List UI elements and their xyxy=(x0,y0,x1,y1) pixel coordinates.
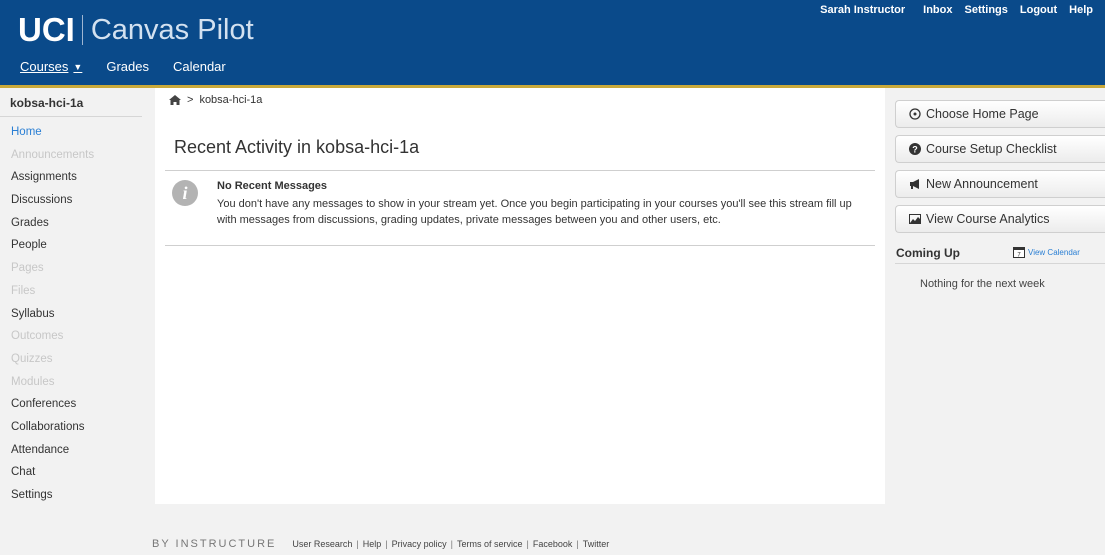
footer: BY INSTRUCTURE User Research | Help | Priv… xyxy=(152,538,609,550)
user-name-link[interactable]: Sarah Instructor xyxy=(820,4,905,16)
view-calendar-link[interactable]: 7 View Calendar xyxy=(1013,246,1080,259)
footer-link-twitter[interactable]: Twitter xyxy=(583,539,610,549)
choose-home-page-button[interactable]: Choose Home Page xyxy=(895,100,1105,128)
calendar-nav-link[interactable]: Calendar xyxy=(173,59,226,74)
footer-separator: | xyxy=(450,539,453,549)
sidebar-item-files[interactable]: Files xyxy=(0,280,150,303)
course-setup-checklist-button[interactable]: ? Course Setup Checklist xyxy=(895,135,1105,163)
footer-link-help[interactable]: Help xyxy=(363,539,382,549)
grades-nav-link[interactable]: Grades xyxy=(106,59,149,74)
footer-separator: | xyxy=(576,539,579,549)
breadcrumb-current[interactable]: kobsa-hci-1a xyxy=(199,94,262,106)
analytics-icon xyxy=(909,213,921,225)
sidebar-item-quizzes[interactable]: Quizzes xyxy=(0,348,150,371)
coming-up-empty-text: Nothing for the next week xyxy=(920,278,1045,290)
help-link[interactable]: Help xyxy=(1069,4,1093,16)
view-course-analytics-label: View Course Analytics xyxy=(926,212,1050,226)
course-setup-checklist-label: Course Setup Checklist xyxy=(926,142,1057,156)
choose-home-page-label: Choose Home Page xyxy=(926,107,1039,121)
sidebar-item-conferences[interactable]: Conferences xyxy=(0,393,150,416)
message-title: No Recent Messages xyxy=(217,180,328,192)
sidebar-item-chat[interactable]: Chat xyxy=(0,461,150,484)
global-header: UCI Canvas Pilot Sarah Instructor Inbox … xyxy=(0,0,1105,85)
footer-link-facebook[interactable]: Facebook xyxy=(533,539,573,549)
sidebar-item-attendance[interactable]: Attendance xyxy=(0,439,150,462)
sidebar-item-collaborations[interactable]: Collaborations xyxy=(0,416,150,439)
instructure-brand[interactable]: BY INSTRUCTURE xyxy=(152,538,276,550)
footer-link-privacy-policy[interactable]: Privacy policy xyxy=(392,539,447,549)
course-nav-title: kobsa-hci-1a xyxy=(0,88,142,117)
user-nav: Sarah Instructor Inbox Settings Logout H… xyxy=(808,4,1093,16)
logo-text: UCI xyxy=(18,11,75,48)
right-sidebar: Choose Home Page ? Course Setup Checklis… xyxy=(895,88,1105,290)
megaphone-icon xyxy=(909,178,921,190)
message-divider xyxy=(165,245,875,246)
footer-link-terms-of-service[interactable]: Terms of service xyxy=(457,539,523,549)
footer-link-user-research[interactable]: User Research xyxy=(292,539,352,549)
logout-link[interactable]: Logout xyxy=(1020,4,1057,16)
message-body: You don't have any messages to show in y… xyxy=(217,198,852,226)
new-announcement-label: New Announcement xyxy=(926,177,1038,191)
footer-separator: | xyxy=(385,539,388,549)
coming-up-title: Coming Up xyxy=(896,246,960,260)
sidebar-item-home[interactable]: Home xyxy=(0,121,150,144)
sidebar-item-outcomes[interactable]: Outcomes xyxy=(0,325,150,348)
calendar-icon: 7 xyxy=(1013,246,1025,259)
main-content: > kobsa-hci-1a Recent Activity in kobsa-… xyxy=(155,88,885,504)
sidebar-item-grades[interactable]: Grades xyxy=(0,212,150,235)
logo[interactable]: UCI Canvas Pilot xyxy=(18,10,254,50)
caret-down-icon: ▼ xyxy=(73,62,83,72)
courses-menu[interactable]: Courses ▼ xyxy=(20,59,82,74)
sidebar-item-assignments[interactable]: Assignments xyxy=(0,166,150,189)
question-icon: ? xyxy=(909,143,921,155)
sidebar-item-modules[interactable]: Modules xyxy=(0,371,150,394)
page-title: Recent Activity in kobsa-hci-1a xyxy=(174,137,420,157)
sidebar-item-discussions[interactable]: Discussions xyxy=(0,189,150,212)
footer-separator: | xyxy=(356,539,359,549)
footer-links: User Research | Help | Privacy policy | Ter… xyxy=(292,539,609,549)
sidebar-item-pages[interactable]: Pages xyxy=(0,257,150,280)
logo-divider xyxy=(81,15,83,45)
top-nav: Courses ▼ Grades Calendar xyxy=(20,59,250,74)
title-divider xyxy=(165,170,875,171)
info-icon: i xyxy=(172,180,198,206)
view-course-analytics-button[interactable]: View Course Analytics xyxy=(895,205,1105,233)
footer-separator: | xyxy=(526,539,529,549)
new-announcement-button[interactable]: New Announcement xyxy=(895,170,1105,198)
sidebar-item-announcements[interactable]: Announcements xyxy=(0,144,150,167)
sidebar-item-syllabus[interactable]: Syllabus xyxy=(0,303,150,326)
inbox-link[interactable]: Inbox xyxy=(923,4,952,16)
sidebar-item-settings[interactable]: Settings xyxy=(0,484,150,507)
breadcrumb-separator: > xyxy=(187,94,194,106)
courses-menu-label: Courses xyxy=(20,59,69,74)
course-nav-list: Home Announcements Assignments Discussio… xyxy=(0,117,150,507)
target-icon xyxy=(909,108,921,120)
settings-link[interactable]: Settings xyxy=(964,4,1007,16)
coming-up-divider xyxy=(895,263,1105,264)
course-nav: kobsa-hci-1a Home Announcements Assignme… xyxy=(0,88,150,507)
sidebar-item-people[interactable]: People xyxy=(0,234,150,257)
breadcrumb: > kobsa-hci-1a xyxy=(169,94,262,106)
view-calendar-label: View Calendar xyxy=(1028,247,1080,257)
app-name: Canvas Pilot xyxy=(90,13,254,46)
home-icon[interactable] xyxy=(169,95,181,105)
svg-text:?: ? xyxy=(912,145,918,155)
